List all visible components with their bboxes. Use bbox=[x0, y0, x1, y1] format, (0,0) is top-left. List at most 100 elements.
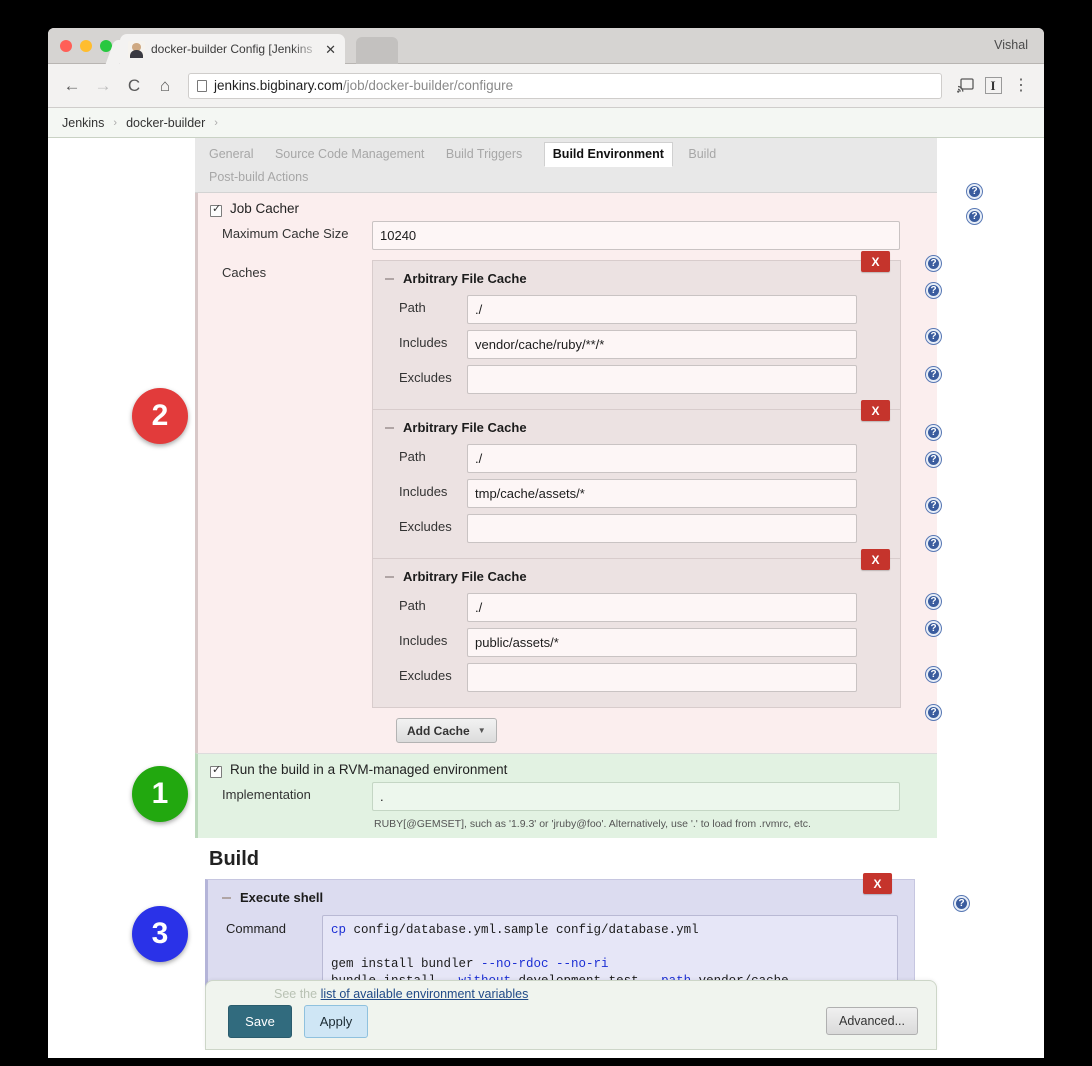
advanced-button[interactable]: Advanced... bbox=[826, 1007, 918, 1035]
footer-left-gutter bbox=[48, 980, 205, 1050]
cache-block: X Arbitrary File Cache Path ./ Includes bbox=[372, 559, 901, 708]
footer-right-gutter bbox=[937, 980, 1044, 1050]
cache-includes-input[interactable]: tmp/cache/assets/* bbox=[467, 479, 857, 508]
env-variables-row: See the list of available environment va… bbox=[206, 981, 936, 1001]
tab-build[interactable]: Build bbox=[688, 144, 716, 165]
cache-path-input[interactable]: ./ bbox=[467, 295, 857, 324]
cache-path-label: Path bbox=[399, 444, 467, 464]
execute-shell-header: Execute shell bbox=[208, 888, 914, 911]
cache-path-input[interactable]: ./ bbox=[467, 593, 857, 622]
delete-cache-button[interactable]: X bbox=[861, 400, 890, 421]
cache-path-row: Path ./ bbox=[373, 590, 900, 625]
collapse-icon[interactable] bbox=[385, 278, 394, 280]
help-icon[interactable]: ? bbox=[926, 256, 941, 271]
rvm-checkbox-row[interactable]: Run the build in a RVM-managed environme… bbox=[198, 762, 937, 778]
browser-tab-strip: docker-builder Config [Jenkins ✕ Vishal bbox=[48, 28, 1044, 64]
delete-builder-button[interactable]: X bbox=[863, 873, 892, 894]
env-variables-link[interactable]: list of available environment variables bbox=[321, 987, 529, 1001]
help-icon[interactable]: ? bbox=[926, 425, 941, 440]
minimize-window-button[interactable] bbox=[80, 40, 92, 52]
cache-excludes-input[interactable] bbox=[467, 365, 857, 394]
tab-build-environment[interactable]: Build Environment bbox=[544, 142, 673, 167]
rvm-implementation-row: Implementation . bbox=[198, 778, 937, 815]
jenkins-butler-favicon bbox=[128, 41, 145, 58]
cache-excludes-input[interactable] bbox=[467, 663, 857, 692]
url-host: jenkins.bigbinary.com bbox=[214, 78, 343, 93]
help-icon[interactable]: ? bbox=[926, 536, 941, 551]
job-cacher-checkbox[interactable] bbox=[210, 205, 222, 217]
cache-path-row: Path ./ bbox=[373, 441, 900, 476]
job-cacher-label: Job Cacher bbox=[230, 201, 299, 216]
help-icon[interactable]: ? bbox=[954, 896, 969, 911]
breadcrumb-item-docker-builder[interactable]: docker-builder bbox=[126, 116, 205, 130]
help-icon[interactable]: ? bbox=[926, 452, 941, 467]
caches-label: Caches bbox=[222, 260, 372, 280]
close-tab-icon[interactable]: ✕ bbox=[322, 43, 339, 56]
rvm-implementation-hint: RUBY[@GEMSET], such as '1.9.3' or 'jruby… bbox=[198, 815, 937, 830]
cache-block: X Arbitrary File Cache Path ./ Includes bbox=[372, 260, 901, 410]
help-icon[interactable]: ? bbox=[926, 498, 941, 513]
add-cache-button[interactable]: Add Cache ▼ bbox=[396, 718, 497, 743]
help-icon[interactable]: ? bbox=[926, 621, 941, 636]
delete-cache-button[interactable]: X bbox=[861, 549, 890, 570]
cache-title: Arbitrary File Cache bbox=[403, 569, 527, 584]
new-tab-button[interactable] bbox=[356, 37, 398, 64]
forward-icon: → bbox=[89, 72, 117, 100]
collapse-icon[interactable] bbox=[222, 897, 231, 899]
cache-includes-input[interactable]: vendor/cache/ruby/**/* bbox=[467, 330, 857, 359]
cache-includes-label: Includes bbox=[399, 628, 467, 648]
cache-title: Arbitrary File Cache bbox=[403, 420, 527, 435]
rvm-implementation-input[interactable]: . bbox=[372, 782, 900, 811]
extension-icon-label: I bbox=[985, 77, 1002, 94]
cast-icon[interactable] bbox=[952, 73, 978, 99]
cache-includes-input[interactable]: public/assets/* bbox=[467, 628, 857, 657]
browser-menu-icon[interactable]: ⋮ bbox=[1008, 73, 1034, 99]
extension-icon[interactable]: I bbox=[980, 73, 1006, 99]
config-section-tabs: General Source Code Management Build Tri… bbox=[195, 138, 937, 193]
cache-excludes-row: Excludes bbox=[373, 362, 900, 397]
rvm-implementation-label: Implementation bbox=[222, 782, 372, 802]
cache-title: Arbitrary File Cache bbox=[403, 271, 527, 286]
help-icon[interactable]: ? bbox=[926, 329, 941, 344]
browser-tab-active[interactable]: docker-builder Config [Jenkins ✕ bbox=[120, 34, 345, 64]
browser-profile-name[interactable]: Vishal bbox=[994, 38, 1028, 52]
tab-post-build-actions[interactable]: Post-build Actions bbox=[209, 167, 308, 188]
execute-shell-title: Execute shell bbox=[240, 890, 323, 905]
add-cache-row: Add Cache ▼ bbox=[372, 708, 937, 743]
help-icon[interactable]: ? bbox=[926, 594, 941, 609]
reload-icon[interactable]: C bbox=[120, 72, 148, 100]
help-icon[interactable]: ? bbox=[967, 184, 982, 199]
save-button[interactable]: Save bbox=[228, 1005, 292, 1038]
collapse-icon[interactable] bbox=[385, 427, 394, 429]
breadcrumb-item-jenkins[interactable]: Jenkins bbox=[62, 116, 104, 130]
tab-build-triggers[interactable]: Build Triggers bbox=[446, 144, 522, 165]
back-icon[interactable]: ← bbox=[58, 72, 86, 100]
cache-header: Arbitrary File Cache bbox=[373, 567, 900, 590]
cache-path-row: Path ./ bbox=[373, 292, 900, 327]
tab-general[interactable]: General bbox=[209, 144, 253, 165]
tab-source-code-management[interactable]: Source Code Management bbox=[275, 144, 424, 165]
help-icon[interactable]: ? bbox=[926, 367, 941, 382]
help-icon[interactable]: ? bbox=[926, 667, 941, 682]
rvm-checkbox[interactable] bbox=[210, 766, 222, 778]
page-info-icon[interactable] bbox=[197, 80, 207, 92]
max-cache-size-input[interactable]: 10240 bbox=[372, 221, 900, 250]
collapse-icon[interactable] bbox=[385, 576, 394, 578]
cache-excludes-input[interactable] bbox=[467, 514, 857, 543]
apply-button[interactable]: Apply bbox=[304, 1005, 368, 1038]
cache-path-input[interactable]: ./ bbox=[467, 444, 857, 473]
footer-buttons: Save Apply Advanced... bbox=[206, 1001, 936, 1038]
build-section-heading: Build bbox=[195, 838, 937, 879]
delete-cache-button[interactable]: X bbox=[861, 251, 890, 272]
cache-excludes-label: Excludes bbox=[399, 514, 467, 534]
cache-includes-label: Includes bbox=[399, 479, 467, 499]
address-bar[interactable]: jenkins.bigbinary.com/job/docker-builder… bbox=[188, 73, 942, 99]
help-icon[interactable]: ? bbox=[926, 705, 941, 720]
help-icon[interactable]: ? bbox=[967, 209, 982, 224]
cache-includes-label: Includes bbox=[399, 330, 467, 350]
help-icon[interactable]: ? bbox=[926, 283, 941, 298]
job-cacher-checkbox-row[interactable]: Job Cacher bbox=[198, 201, 937, 217]
close-window-button[interactable] bbox=[60, 40, 72, 52]
home-icon[interactable]: ⌂ bbox=[151, 72, 179, 100]
cache-path-label: Path bbox=[399, 295, 467, 315]
